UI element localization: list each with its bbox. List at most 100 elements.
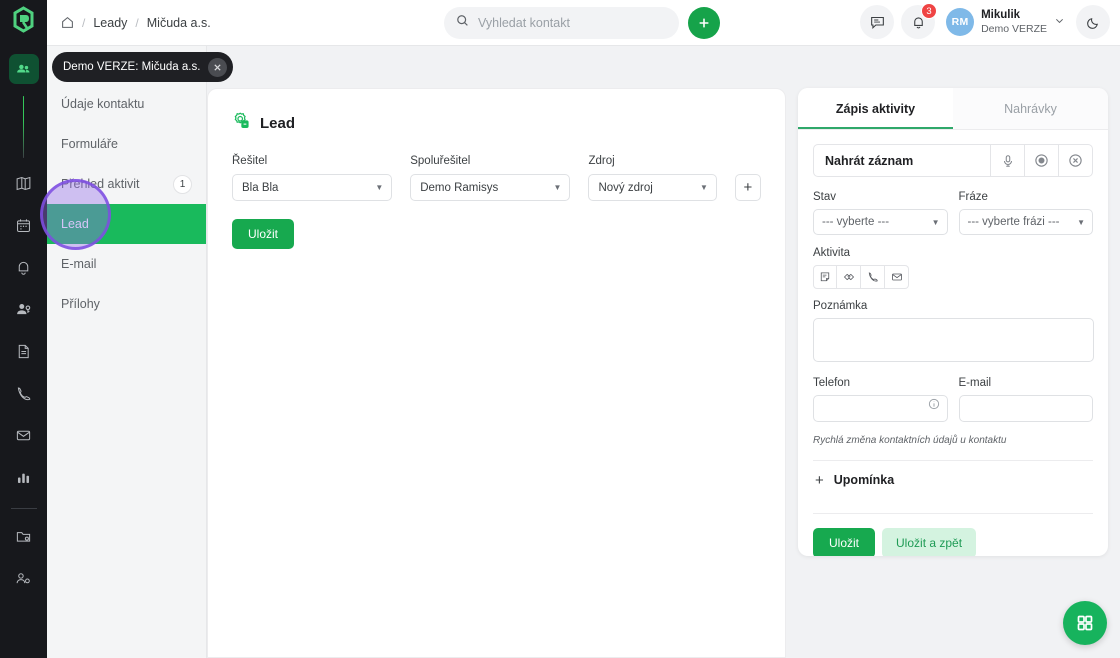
source-select[interactable]: Nový zdroj ▼ xyxy=(588,174,717,201)
breadcrumb: / Leady / Mičuda a.s. xyxy=(61,16,211,30)
panel-divider xyxy=(813,513,1093,514)
panel-save-button[interactable]: Uložit xyxy=(813,528,876,556)
notifications-button[interactable]: 3 xyxy=(901,3,938,39)
demo-toast: Demo VERZE: Mičuda a.s. xyxy=(52,52,234,82)
rail-item-contacts[interactable] xyxy=(8,54,39,84)
breadcrumb-item-company[interactable]: Mičuda a.s. xyxy=(147,16,211,30)
breadcrumb-item-leady[interactable]: Leady xyxy=(93,16,127,30)
bell-icon xyxy=(18,261,29,275)
email-input[interactable] xyxy=(958,395,1093,422)
apps-fab-button[interactable] xyxy=(1063,601,1107,645)
handshake-icon[interactable] xyxy=(837,265,861,289)
field-label: Fráze xyxy=(958,191,988,203)
sidebar-item-email[interactable]: E-mail xyxy=(47,244,206,284)
note-icon[interactable] xyxy=(813,265,837,289)
sidebar-item-contact-details[interactable]: Údaje kontaktu xyxy=(47,84,206,124)
record-label: Nahrát záznam xyxy=(825,153,914,168)
breadcrumb-sep: / xyxy=(135,15,139,30)
phone-icon xyxy=(17,386,31,400)
plus-icon: + xyxy=(743,179,753,196)
field-label: Telefon xyxy=(813,377,851,389)
stop-record-icon[interactable] xyxy=(1024,145,1058,176)
rail-item-user-key[interactable] xyxy=(9,294,39,324)
sidebar-item-label: Přílohy xyxy=(61,297,100,311)
field-fraze: Fráze --- vyberte frázi --- ▼ xyxy=(958,191,1093,235)
rail-item-book[interactable] xyxy=(9,168,39,198)
rail-item-calendar[interactable] xyxy=(9,210,39,240)
activity-label: Aktivita xyxy=(813,247,851,259)
avatar: RM xyxy=(946,8,975,36)
plus-icon xyxy=(699,18,709,28)
phone-icon[interactable] xyxy=(861,265,885,289)
card-header: Lead xyxy=(232,111,761,135)
chevron-down-icon: ▼ xyxy=(1077,217,1085,227)
field-email: E-mail xyxy=(958,377,1093,422)
sidebar-item-label: Údaje kontaktu xyxy=(61,97,145,111)
lead-gear-icon xyxy=(232,111,251,135)
field-label: Stav xyxy=(813,191,837,203)
mail-icon[interactable] xyxy=(885,265,909,289)
add-reminder-button[interactable]: + Upomínka xyxy=(813,461,1093,499)
add-button[interactable] xyxy=(688,7,720,39)
note-section: Poznámka xyxy=(813,300,1094,367)
activity-section: Aktivita xyxy=(813,247,1093,289)
rail-item-bell[interactable] xyxy=(9,252,39,282)
activity-type-group xyxy=(813,265,1093,289)
state-phrase-row: Stav --- vyberte --- ▼ Fráze --- vyberte… xyxy=(813,191,1093,235)
chevron-down-icon: ▼ xyxy=(931,217,940,227)
chat-button[interactable] xyxy=(860,5,895,39)
mail-icon xyxy=(16,430,31,440)
sidebar-item-forms[interactable]: Formuláře xyxy=(47,124,206,164)
rail-item-mail[interactable] xyxy=(9,420,39,450)
search-input[interactable] xyxy=(478,16,667,30)
sidebar-item-lead[interactable]: Lead xyxy=(47,204,206,244)
lead-card-actions: Uložit xyxy=(232,219,761,249)
phrase-select[interactable]: --- vyberte frázi --- ▼ xyxy=(958,209,1093,235)
info-icon[interactable] xyxy=(928,397,940,415)
app-logo-icon xyxy=(13,5,34,33)
home-icon[interactable] xyxy=(61,16,74,29)
chevron-down-icon: ▼ xyxy=(699,183,708,192)
sidebar-item-activity-overview[interactable]: Přehled aktivit 1 xyxy=(47,164,206,204)
rail-item-chart[interactable] xyxy=(9,462,39,492)
rail-item-phone[interactable] xyxy=(9,378,39,408)
rail-item-document[interactable] xyxy=(9,336,39,366)
field-zdroj: Zdroj Nový zdroj ▼ xyxy=(588,155,717,201)
user-name: Mikulik xyxy=(981,9,1021,22)
user-menu[interactable]: RM Mikulik Demo VERZE xyxy=(942,8,1069,36)
reminder-label: Upomínka xyxy=(833,473,895,487)
search-icon xyxy=(456,14,469,32)
close-icon[interactable] xyxy=(208,57,228,77)
solver-select-value: Bla Bla xyxy=(242,181,279,194)
note-textarea[interactable] xyxy=(813,318,1094,362)
user-subtitle: Demo VERZE xyxy=(981,22,1047,35)
co-solver-select[interactable]: Demo Ramisys ▼ xyxy=(410,174,571,201)
plus-icon: + xyxy=(815,471,824,489)
field-label: Spoluřešitel xyxy=(410,155,471,167)
rail-divider xyxy=(10,508,37,509)
cancel-circle-icon[interactable] xyxy=(1058,145,1092,176)
state-select[interactable]: --- vyberte --- ▼ xyxy=(813,209,948,235)
theme-toggle-button[interactable] xyxy=(1076,5,1110,39)
solver-select[interactable]: Bla Bla ▼ xyxy=(232,174,393,201)
tab-activity-entry[interactable]: Zápis aktivity xyxy=(798,88,953,129)
lead-card: Lead Řešitel Bla Bla ▼ Spoluřešitel Demo… xyxy=(207,88,786,658)
user-key-icon xyxy=(17,303,31,314)
field-label: Zdroj xyxy=(588,155,615,167)
state-select-value: --- vyberte --- xyxy=(822,216,890,228)
breadcrumb-sep: / xyxy=(82,15,86,30)
tab-recordings[interactable]: Nahrávky xyxy=(953,88,1108,129)
calendar-icon xyxy=(17,218,30,232)
add-source-button[interactable]: + xyxy=(734,174,761,201)
microphone-icon[interactable] xyxy=(990,145,1024,176)
sub-sidebar: Údaje kontaktu Formuláře Přehled aktivit… xyxy=(47,46,207,658)
panel-save-back-button[interactable]: Uložit a zpět xyxy=(882,528,977,556)
source-select-value: Nový zdroj xyxy=(598,181,653,194)
chevron-down-icon: ▼ xyxy=(553,183,562,192)
sidebar-item-attachments[interactable]: Přílohy xyxy=(47,284,206,324)
rail-item-user-settings[interactable] xyxy=(9,563,39,593)
folder-settings-icon xyxy=(16,531,31,542)
save-button[interactable]: Uložit xyxy=(232,219,295,249)
rail-item-folder-settings[interactable] xyxy=(9,521,39,551)
search-box[interactable] xyxy=(444,7,679,39)
